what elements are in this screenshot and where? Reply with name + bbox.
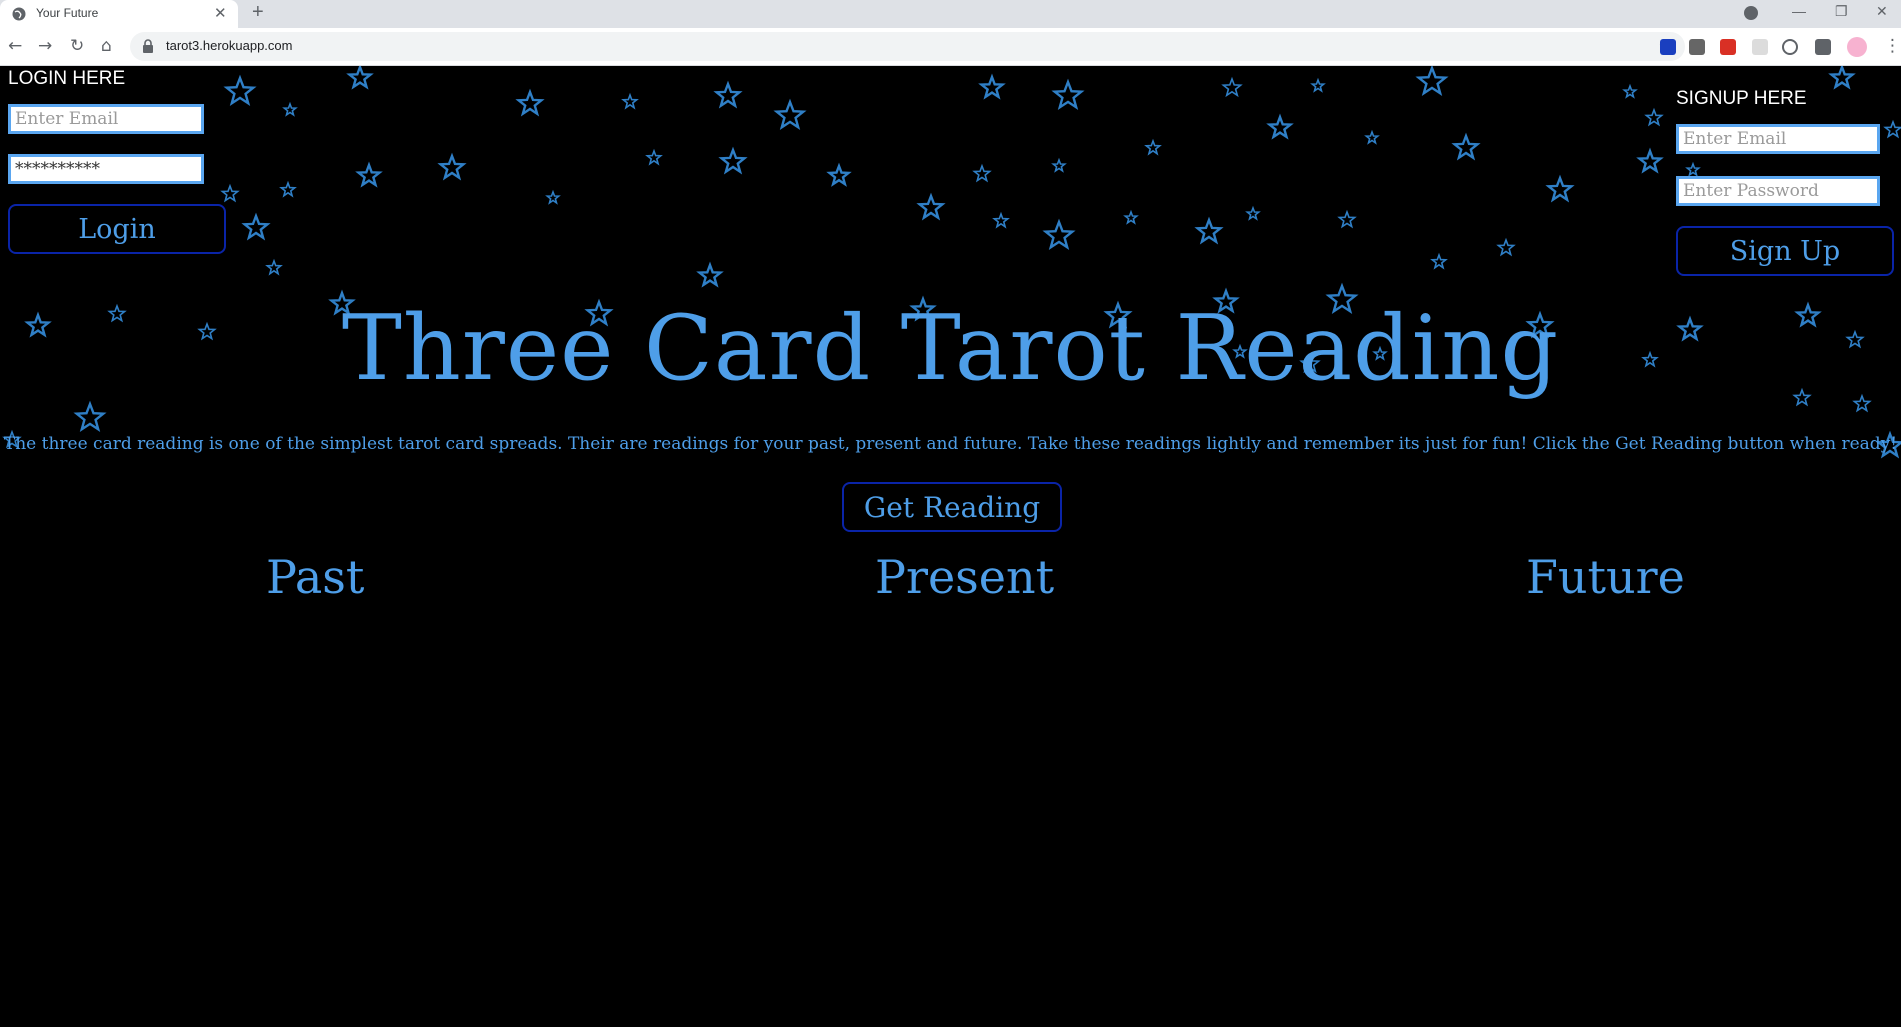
profile-menu-icon[interactable] [1744, 6, 1758, 20]
signup-password-input[interactable] [1676, 176, 1880, 206]
star-icon [992, 211, 1010, 229]
browser-tabbar: Your Future ✕ + — ❐ ✕ [0, 0, 1901, 28]
more-menu-icon[interactable]: ⋮ [1884, 36, 1901, 56]
star-icon [1451, 132, 1481, 161]
star-icon [1266, 113, 1294, 140]
login-panel: LOGIN HERE Login [8, 68, 226, 254]
star-icon [1828, 66, 1856, 90]
star-icon [355, 161, 383, 188]
star-icon [515, 88, 545, 117]
tab-title: Your Future [36, 6, 99, 20]
reload-icon[interactable]: ↻ [70, 36, 84, 56]
page-title: Three Card Tarot Reading [341, 296, 1560, 401]
signup-button[interactable]: Sign Up [1676, 226, 1894, 276]
browser-toolbar: ← → ↻ ⌂ tarot3.herokuapp.com ☆ ⋮ [0, 28, 1901, 66]
star-icon [773, 98, 807, 131]
star-icon [718, 146, 748, 175]
present-heading: Present [875, 550, 1055, 604]
signup-heading: SIGNUP HERE [1676, 88, 1807, 109]
star-icon [437, 152, 467, 181]
star-icon [1496, 237, 1516, 257]
star-icon [1221, 76, 1243, 98]
star-icon [1545, 174, 1575, 203]
minimize-icon[interactable]: — [1792, 3, 1806, 19]
close-tab-icon[interactable]: ✕ [214, 4, 227, 22]
star-icon [713, 80, 743, 109]
login-button[interactable]: Login [8, 204, 226, 254]
star-icon [621, 92, 639, 110]
star-icon [1310, 77, 1326, 93]
address-bar[interactable]: tarot3.herokuapp.com ☆ [130, 32, 1685, 61]
future-heading: Future [1526, 550, 1685, 604]
star-icon [1042, 218, 1076, 251]
star-icon [916, 192, 946, 221]
star-icon [1636, 147, 1664, 174]
past-heading: Past [266, 550, 365, 604]
extension-badge-icon[interactable] [1720, 39, 1736, 55]
login-password-input[interactable] [8, 154, 204, 184]
crescent-moon-icon [1117, 136, 1195, 238]
login-heading: LOGIN HERE [8, 68, 126, 89]
star-icon [282, 101, 298, 117]
restore-icon[interactable]: ❐ [1835, 3, 1848, 20]
star-icon [1194, 216, 1224, 245]
star-icon [972, 163, 992, 183]
star-icon [1415, 66, 1449, 97]
star-icon [73, 400, 107, 433]
extensions-puzzle-icon[interactable] [1815, 39, 1831, 55]
star-icon [241, 212, 271, 241]
star-icon [1245, 205, 1261, 221]
star-icon [1622, 83, 1638, 99]
avatar[interactable] [1847, 37, 1867, 57]
get-reading-button[interactable]: Get Reading [842, 482, 1062, 532]
star-icon [1364, 129, 1380, 145]
signup-panel: SIGNUP HERE Sign Up [1676, 88, 1894, 276]
page: LOGIN HERE Login SIGNUP HERE Sign Up Thr… [0, 66, 1901, 1027]
new-tab-icon[interactable]: + [252, 1, 264, 24]
globe-icon [12, 7, 26, 21]
star-icon [265, 258, 283, 276]
signup-email-input[interactable] [1676, 124, 1880, 154]
star-icon [1051, 157, 1067, 173]
extension-b-icon[interactable] [1660, 39, 1676, 55]
extension-grid-icon[interactable] [1752, 39, 1768, 55]
extension-circle-icon[interactable] [1782, 39, 1798, 55]
star-icon [1051, 78, 1085, 111]
star-icon [545, 189, 561, 205]
star-icon [223, 74, 257, 107]
star-icon [346, 66, 374, 90]
forward-icon[interactable]: → [38, 36, 52, 56]
star-icon [696, 261, 724, 288]
star-icon [978, 73, 1006, 100]
star-icon [826, 162, 852, 187]
star-icon [279, 180, 297, 198]
back-icon[interactable]: ← [8, 36, 22, 56]
login-email-input[interactable] [8, 104, 204, 134]
close-window-icon[interactable]: ✕ [1876, 3, 1888, 20]
star-icon [1644, 107, 1664, 127]
star-icon [1430, 252, 1448, 270]
star-icon [645, 148, 663, 166]
home-icon[interactable]: ⌂ [101, 36, 112, 56]
url-text: tarot3.herokuapp.com [166, 38, 293, 53]
starry-sky-background [2, 66, 1901, 459]
star-icon [1337, 209, 1357, 229]
page-description: The three card reading is one of the sim… [3, 434, 1898, 454]
camera-icon[interactable] [1689, 39, 1705, 55]
lock-icon [143, 39, 153, 53]
browser-tab[interactable]: Your Future ✕ [0, 0, 238, 28]
